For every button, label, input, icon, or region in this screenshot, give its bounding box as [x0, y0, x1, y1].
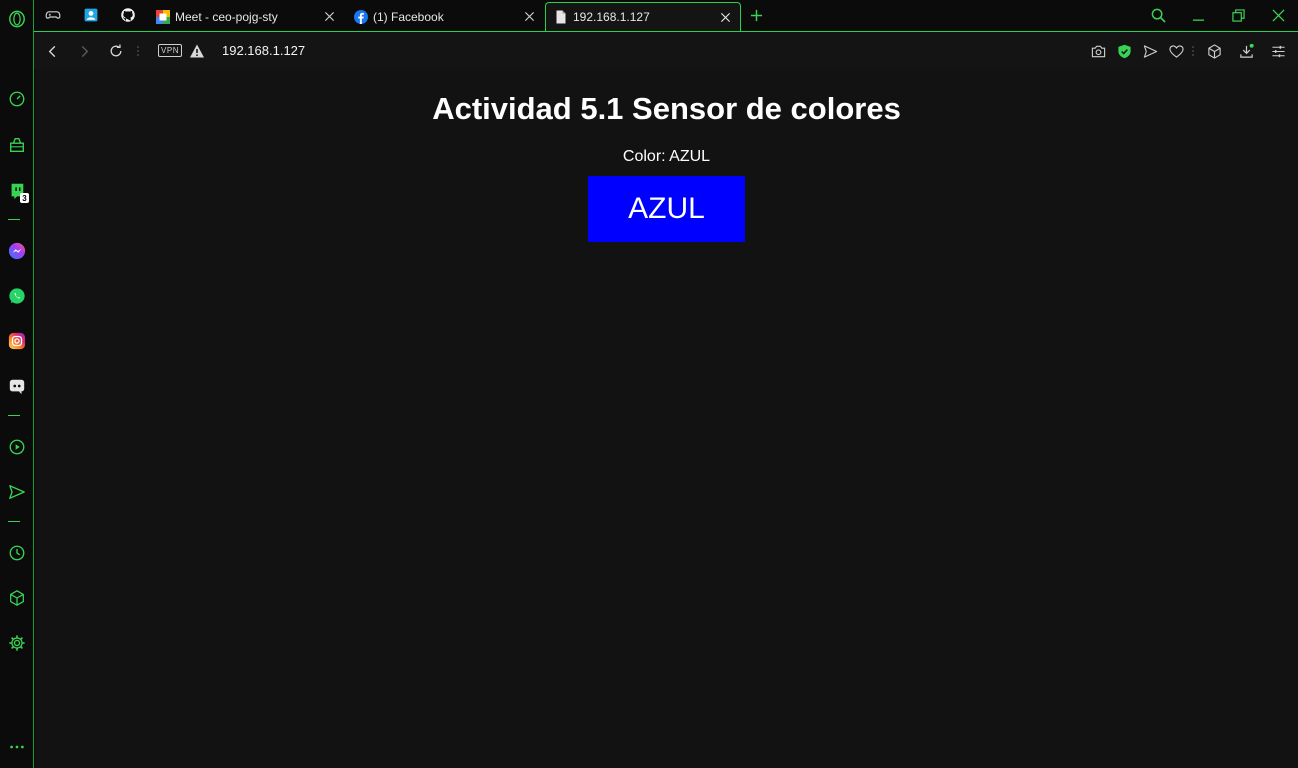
forward-arrow-icon — [81, 45, 88, 57]
tab-label: 192.168.1.127 — [573, 10, 650, 24]
messenger-icon[interactable] — [4, 238, 30, 264]
discord-icon[interactable] — [4, 373, 30, 399]
browser-window: 3 Meet - ceo-pojg-sty (1) Facebook 192.1… — [0, 0, 1298, 768]
page-title: Actividad 5.1 Sensor de colores — [432, 91, 901, 126]
vpn-badge[interactable]: VPN — [158, 44, 182, 57]
whatsapp-icon[interactable] — [4, 283, 30, 309]
back-button[interactable] — [41, 41, 63, 61]
sliders-icon — [1271, 45, 1285, 57]
speed-dial-icon[interactable] — [4, 86, 30, 112]
cube-icon — [1207, 43, 1221, 59]
send-icon — [1143, 44, 1157, 58]
warning-icon[interactable] — [189, 43, 205, 59]
tab-label: (1) Facebook — [373, 9, 444, 24]
camera-icon — [1091, 45, 1105, 57]
settings-gear-icon[interactable] — [4, 630, 30, 656]
color-indicator-box: AZUL — [588, 176, 745, 242]
facebook-icon — [354, 9, 368, 24]
adblock-shield-button[interactable] — [1114, 41, 1134, 61]
download-icon — [1239, 43, 1254, 58]
pinned-tab-contacts[interactable] — [79, 4, 103, 26]
extensions-cube-icon[interactable] — [4, 585, 30, 611]
bookmark-heart-button[interactable] — [1166, 41, 1186, 61]
tab-label: Meet - ceo-pojg-sty — [175, 9, 278, 24]
separator-dots — [1192, 46, 1194, 56]
close-window-button[interactable] — [1265, 4, 1291, 26]
heart-icon — [1168, 44, 1184, 58]
close-icon — [1271, 8, 1285, 22]
sidebar-divider — [8, 521, 20, 522]
address-bar: VPN 192.168.1.127 — [34, 31, 1298, 69]
gamepad-icon — [45, 11, 61, 19]
tab-192-168-1-127[interactable]: 192.168.1.127 — [545, 2, 741, 31]
restore-icon — [1231, 8, 1245, 22]
back-arrow-icon — [48, 45, 55, 57]
instagram-icon[interactable] — [4, 328, 30, 354]
reload-icon — [110, 44, 122, 57]
sidebar-divider — [8, 415, 20, 416]
sidebar: 3 — [0, 0, 34, 768]
tab-meet[interactable]: Meet - ceo-pojg-sty — [148, 2, 344, 31]
extensions-button[interactable] — [1204, 41, 1224, 61]
easy-setup-button[interactable] — [1268, 41, 1288, 61]
tab-search-button[interactable] — [1145, 4, 1171, 26]
twitch-icon[interactable]: 3 — [4, 178, 30, 204]
color-status-text: Color: AZUL — [622, 148, 711, 165]
send-icon[interactable] — [4, 479, 30, 505]
close-tab-icon[interactable] — [718, 10, 732, 24]
close-tab-icon[interactable] — [522, 10, 536, 24]
search-icon — [1151, 8, 1166, 23]
contacts-icon — [84, 8, 98, 22]
player-icon[interactable] — [4, 434, 30, 460]
send-to-flow-button[interactable] — [1140, 41, 1160, 61]
forward-button[interactable] — [73, 41, 95, 61]
history-icon[interactable] — [4, 540, 30, 566]
pinned-tab-gamepad[interactable] — [41, 4, 65, 26]
close-tab-icon[interactable] — [322, 10, 336, 24]
snapshot-button[interactable] — [1088, 41, 1108, 61]
pinned-tab-github[interactable] — [116, 4, 140, 26]
plus-icon — [750, 9, 762, 21]
separator-dots — [137, 46, 139, 56]
reload-button[interactable] — [105, 41, 127, 61]
twitch-badge: 3 — [20, 193, 29, 203]
opera-logo-icon[interactable] — [4, 6, 30, 32]
minimize-icon — [1192, 18, 1204, 21]
tab-facebook[interactable]: (1) Facebook — [346, 2, 544, 31]
more-options-icon[interactable] — [4, 734, 30, 760]
meet-icon — [156, 9, 170, 24]
sidebar-divider — [8, 219, 20, 220]
page-content: Actividad 5.1 Sensor de colores Color: A… — [35, 69, 1298, 768]
url-text[interactable]: 192.168.1.127 — [222, 43, 305, 58]
downloads-button[interactable] — [1236, 41, 1256, 61]
tab-bar: Meet - ceo-pojg-sty (1) Facebook 192.168… — [34, 0, 1298, 31]
document-icon — [556, 10, 566, 24]
shop-icon[interactable] — [4, 132, 30, 158]
shield-icon — [1117, 44, 1131, 58]
new-tab-button[interactable] — [747, 6, 765, 24]
github-icon — [121, 8, 135, 22]
restore-button[interactable] — [1225, 4, 1251, 26]
minimize-button[interactable] — [1185, 4, 1211, 26]
